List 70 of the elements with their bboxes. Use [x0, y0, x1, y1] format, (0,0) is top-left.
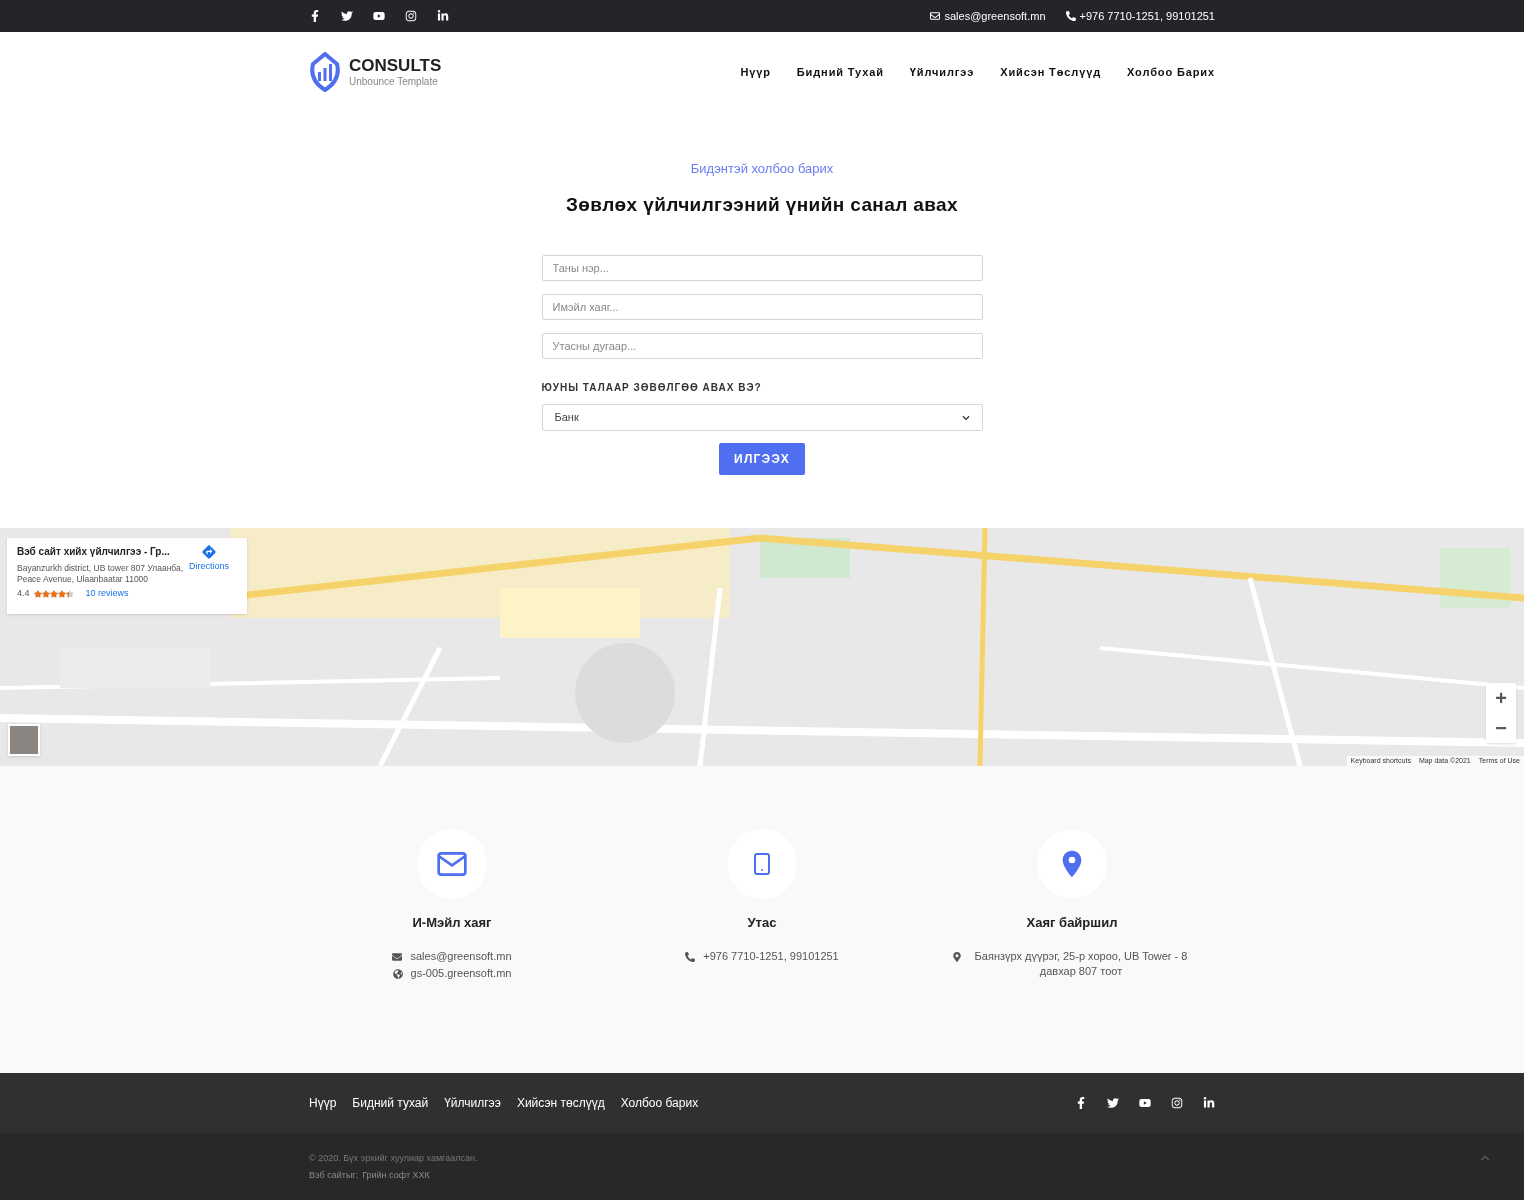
youtube-icon	[1139, 1097, 1151, 1109]
twitter-icon	[1107, 1097, 1119, 1109]
email-text: sales@greensoft.mn	[944, 8, 1046, 24]
place-title: Вэб сайт хийх үйлчилгээ - Гр...	[17, 545, 171, 559]
chevron-up-icon	[1480, 1153, 1490, 1163]
directions-link[interactable]: Directions	[189, 544, 229, 608]
youtube-icon	[373, 10, 385, 22]
facebook-icon	[1075, 1097, 1087, 1109]
satellite-thumbnail[interactable]	[8, 724, 40, 756]
logo-subtitle: Unbounce Template	[349, 76, 439, 89]
directions-icon	[201, 544, 217, 560]
credit-link[interactable]: Грийн софт ХХК	[362, 1168, 430, 1182]
linkedin-icon	[437, 10, 449, 22]
section-title: Зөвлөх үйлчилгээний үнийн санал авах	[566, 192, 958, 217]
contact-detail: +976 7710-1251, 99101251	[703, 948, 839, 964]
select-label: ЮУНЫ ТАЛААР ЗӨВӨЛГӨӨ АВАХ ВЭ?	[541, 381, 763, 395]
nav-link[interactable]: Бидний Тухай	[796, 63, 884, 81]
logo-icon	[309, 52, 341, 92]
footer-link[interactable]: Холбоо барих	[620, 1094, 699, 1112]
instagram-icon	[1171, 1097, 1183, 1109]
zoom-out-button[interactable]: −	[1486, 713, 1516, 743]
linkedin-link[interactable]	[437, 10, 449, 22]
envelope-icon	[392, 951, 403, 962]
location-pin-icon	[952, 951, 962, 962]
input-field[interactable]: Таны нэр...	[541, 255, 983, 281]
facebook-link[interactable]	[1075, 1097, 1087, 1109]
place-address: Bayanzurkh district, UB tower 807 Улаанба, Peace Avenue, Ulaanbaatar 11000	[17, 563, 185, 585]
chevron-down-icon	[961, 413, 970, 422]
twitter-link[interactable]	[1107, 1097, 1119, 1109]
rating-value: 4.4	[17, 587, 30, 600]
nav-link[interactable]: Хийсэн Төслүүд	[1000, 63, 1102, 81]
nav-link[interactable]: Үйлчилгээ	[909, 63, 975, 81]
footer-link[interactable]: Үйлчилгээ	[444, 1094, 501, 1112]
globe-icon	[392, 968, 403, 979]
logo-title: CONSULTS	[349, 55, 442, 77]
submit-button[interactable]: ИЛГЭЭХ	[719, 443, 805, 475]
linkedin-icon	[1203, 1097, 1215, 1109]
reviews-link[interactable]: 10 reviews	[85, 587, 129, 601]
phone-text: +976 7710-1251, 99101251	[1079, 8, 1215, 24]
facebook-link[interactable]	[309, 10, 321, 22]
credit-label: Вэб сайтыг:	[309, 1168, 359, 1182]
contact-detail: gs-005.greensoft.mn	[410, 965, 512, 981]
footer-link[interactable]: Нүүр	[309, 1094, 337, 1112]
contact-title: Хаяг байршил	[1026, 914, 1118, 932]
phone-icon	[1065, 11, 1076, 21]
footer-link[interactable]: Бидний тухай	[352, 1094, 429, 1112]
youtube-link[interactable]	[1139, 1097, 1151, 1109]
nav-link[interactable]: Холбоо Барих	[1127, 63, 1215, 81]
footer-link[interactable]: Хийсэн төслүүд	[516, 1094, 605, 1112]
input-field[interactable]: Имэйл хаяг...	[541, 294, 983, 320]
twitter-icon	[341, 10, 353, 22]
contact-detail: sales@greensoft.mn	[410, 948, 512, 964]
contact-detail: Баянзүрх дүүрэг, 25-р хороо, UB Tower - 8 давхар 807 тоот	[973, 948, 1189, 979]
phone-icon	[685, 951, 696, 962]
twitter-link[interactable]	[341, 10, 353, 22]
instagram-icon	[405, 10, 417, 22]
copyright-text: © 2020. Бүх эрхийг хуулиар хамгаалсан.	[309, 1152, 479, 1165]
section-eyebrow: Бидэнтэй холбоо барих	[690, 160, 834, 178]
instagram-link[interactable]	[405, 10, 417, 22]
zoom-in-button[interactable]: +	[1486, 683, 1516, 713]
facebook-icon	[309, 10, 321, 22]
contact-title: Утас	[747, 914, 777, 932]
youtube-link[interactable]	[373, 10, 385, 22]
linkedin-link[interactable]	[1203, 1097, 1215, 1109]
input-field[interactable]: Утасны дугаар...	[541, 333, 983, 359]
instagram-link[interactable]	[1171, 1097, 1183, 1109]
envelope-icon	[930, 11, 941, 21]
select-field[interactable]: Банк	[541, 404, 983, 431]
nav-link[interactable]: Нүүр	[740, 63, 771, 81]
contact-title: И-Мэйл хаяг	[412, 914, 492, 932]
